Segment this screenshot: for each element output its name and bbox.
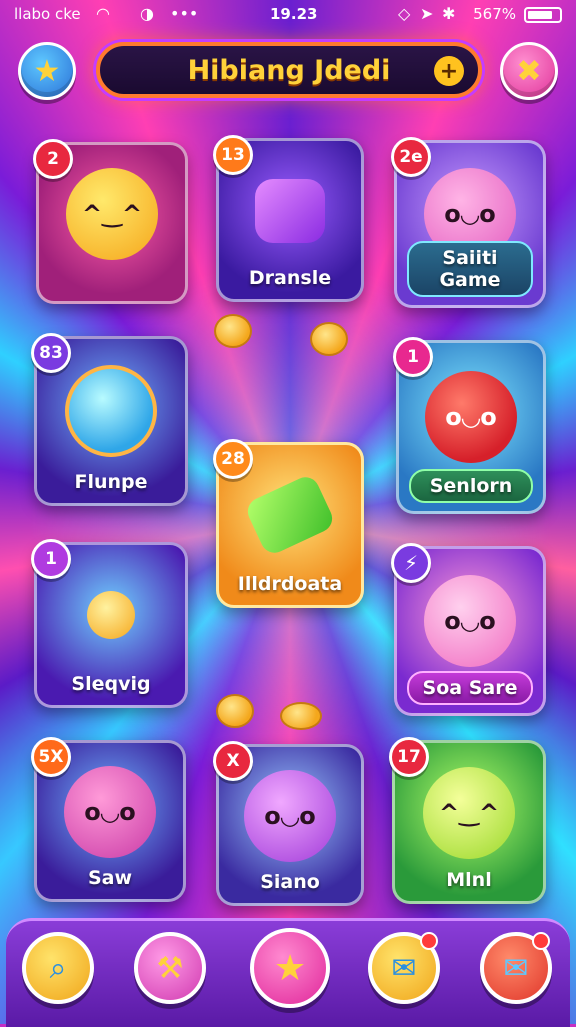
nav-tools-button[interactable]: ⚒ [134,932,206,1004]
nav-messages-button[interactable]: ✉ [480,932,552,1004]
game-tile-10[interactable]: o◡o X Siano [213,741,364,906]
globe-orb-icon [65,365,157,458]
carrier-name: llabo cke [14,5,81,23]
green-hammer-icon [243,473,337,558]
tile-label: Soa Sare [407,671,533,705]
notification-dot [420,932,438,950]
game-tile-5[interactable]: o◡o 1 Senlorn [393,337,546,514]
battery-icon [524,7,562,23]
tile-label: Illdrdoata [237,573,343,595]
bolt-badge: ⚡ [391,543,431,583]
level-badge: 17 [389,737,429,777]
page-title: Hibiang Jdedi [187,54,391,86]
alarm-icon: ◇ [398,4,411,23]
star-icon: ★ [273,947,307,989]
bluetooth-icon: ✱ [442,4,456,23]
coin-icon [214,314,252,348]
purple-monster-character-icon: o◡o [244,769,336,862]
red-sun-character-icon: o◡o [425,370,517,463]
coin-icon [310,322,348,356]
location-icon: ➤ [420,4,434,23]
level-badge: X [213,741,253,781]
level-badge: 28 [213,439,253,479]
lime-smiley-character-icon: ^‿^ [423,766,515,859]
game-tile-3[interactable]: o◡o 2e Saiiti Game [391,137,546,308]
level-badge: 5X [31,737,71,777]
level-badge: 83 [31,333,71,373]
level-badge: 13 [213,135,253,175]
favorites-button[interactable]: ★ [18,42,76,100]
battery-percent: 567% [473,5,516,23]
game-tile-featured[interactable]: 28 Illdrdoata [213,439,364,608]
notification-dot [532,932,550,950]
pink-monster-character-icon: o◡o [64,765,156,858]
tile-label: Sleqvig [71,673,151,695]
game-tile-2[interactable]: 13 Dransle [213,135,364,302]
nav-chat-button[interactable]: ✉ [368,932,440,1004]
game-tile-7[interactable]: 1 Sleqvig [31,539,188,708]
tile-label: Senlorn [409,469,533,503]
tile-label: Dransle [248,267,332,289]
title-bar: Hibiang Jdedi + [96,42,482,98]
close-button[interactable]: ✖ [500,42,558,100]
tile-label: Mlnl [446,869,492,891]
tile-label: Saw [87,867,133,889]
coin-icon [216,694,254,728]
nav-home-button[interactable]: ★ [250,928,330,1008]
game-tile-8[interactable]: o◡o ⚡ Soa Sare [391,543,546,716]
tools-icon: ⚒ [156,950,184,986]
game-tile-4[interactable]: 83 Flunpe [31,333,188,506]
vpn-icon: ◑ [140,4,154,23]
level-badge: 1 [393,337,433,377]
wifi-icon: ◠ [96,4,110,23]
search-icon: ⌕ [49,950,67,986]
golden-orb-icon [87,591,135,640]
tile-label: Flunpe [74,471,148,493]
status-bar: llabo cke ◠ ◑ ••• 19.23 ◇ ➤ ✱ 567% [0,0,576,30]
star-icon: ★ [33,53,61,89]
message-icon: ✉ [503,950,529,986]
pink-monster-character-icon: o◡o [424,575,516,668]
purple-gem-icon [255,178,325,243]
nav-search-button[interactable]: ⌕ [22,932,94,1004]
game-tile-1[interactable]: ^‿^ 2 [33,139,188,304]
chat-icon: ✉ [391,950,417,986]
more-icon: ••• [170,4,199,23]
level-badge: 2 [33,139,73,179]
plus-icon[interactable]: + [434,56,464,86]
tile-label: Saiiti Game [407,241,533,297]
game-tile-9[interactable]: o◡o 5X Saw [31,737,186,902]
coin-icon [280,702,322,730]
close-icon: ✖ [516,53,542,89]
clock: 19.23 [270,5,318,23]
game-tile-11[interactable]: ^‿^ 17 Mlnl [389,737,546,904]
level-badge: 2e [391,137,431,177]
tile-label: Siano [260,871,320,893]
level-badge: 1 [31,539,71,579]
yellow-smiley-character-icon: ^‿^ [66,167,158,260]
